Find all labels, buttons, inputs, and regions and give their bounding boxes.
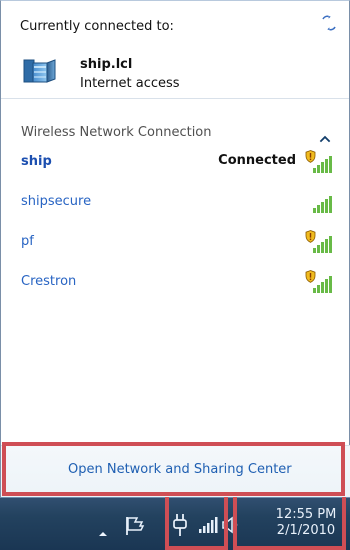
volume-icon[interactable]: [220, 514, 240, 536]
clock-time: 12:55 PM: [275, 507, 337, 522]
power-plug-icon[interactable]: [171, 512, 189, 538]
server-icon: [23, 56, 57, 85]
network-icon[interactable]: [197, 515, 221, 535]
chevron-up-icon[interactable]: [319, 128, 331, 143]
network-name[interactable]: pf: [21, 234, 34, 249]
secured-signal-indicator: [305, 270, 333, 298]
system-clock[interactable]: 12:55 PM 2/1/2010: [266, 507, 346, 538]
wireless-network-list: ship Connected shipsecure pf Crestron: [1, 146, 350, 306]
network-row-crestron[interactable]: Crestron: [1, 266, 350, 306]
wireless-networks-popup: Currently connected to: ship.lcl Interne…: [0, 0, 350, 498]
wireless-section-header: Wireless Network Connection: [21, 121, 212, 140]
network-status: Connected: [218, 153, 296, 168]
secured-signal-indicator: [305, 150, 333, 178]
screen: Currently connected to: ship.lcl Interne…: [0, 0, 350, 550]
action-center-flag-icon[interactable]: [123, 515, 147, 537]
wireless-section-title: Wireless Network Connection: [21, 125, 212, 140]
taskbar: 12:55 PM 2/1/2010: [0, 497, 350, 550]
signal-indicator: [305, 190, 333, 218]
network-row-ship[interactable]: ship Connected: [1, 146, 350, 186]
network-name[interactable]: ship: [21, 154, 52, 169]
signal-bars-icon: [313, 236, 332, 253]
secured-signal-indicator: [305, 230, 333, 258]
network-row-pf[interactable]: pf: [1, 226, 350, 266]
network-row-shipsecure[interactable]: shipsecure: [1, 186, 350, 226]
refresh-icon[interactable]: [320, 14, 338, 32]
signal-bars-icon: [313, 156, 332, 173]
current-connection-section: Currently connected to: ship.lcl Interne…: [1, 1, 349, 99]
network-name[interactable]: shipsecure: [21, 194, 91, 209]
signal-bars-icon: [313, 276, 332, 293]
current-network-name: ship.lcl: [80, 57, 133, 72]
show-hidden-icons-icon[interactable]: [98, 523, 108, 536]
current-network-access: Internet access: [80, 76, 180, 91]
network-name[interactable]: Crestron: [21, 274, 76, 289]
clock-date: 2/1/2010: [276, 522, 336, 538]
signal-bars-icon: [313, 196, 332, 213]
open-network-sharing-center-link[interactable]: Open Network and Sharing Center: [68, 462, 292, 477]
current-connection-title: Currently connected to:: [20, 19, 174, 34]
network-footer: Open Network and Sharing Center: [1, 445, 350, 498]
